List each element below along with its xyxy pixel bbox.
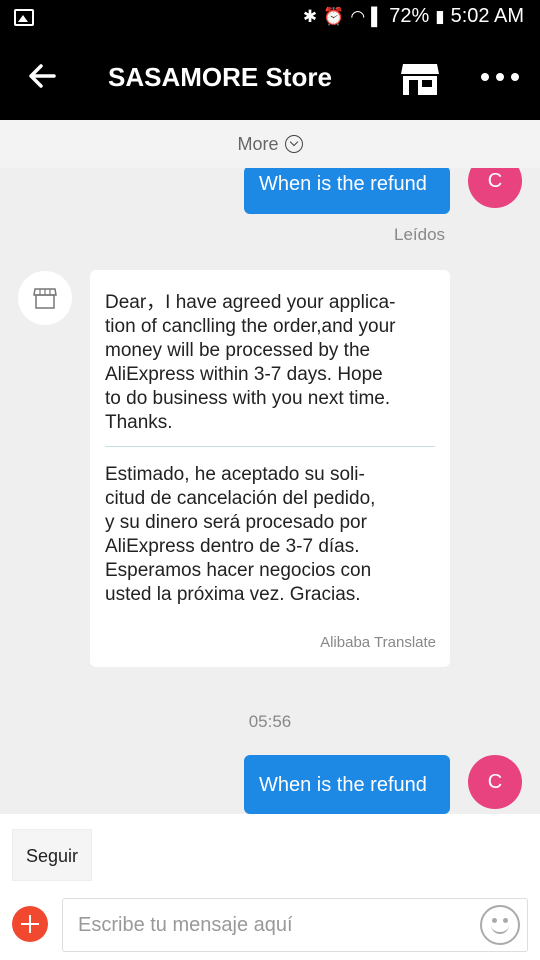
message-text: When is the refund (259, 774, 427, 796)
message-timestamp: 05:56 (248, 712, 292, 731)
message-input[interactable]: Escribe tu mensaje aquí (62, 898, 528, 952)
incoming-message-card[interactable]: Dear，I have agreed your applica- tion of… (90, 270, 450, 667)
follow-button[interactable]: Seguir (12, 829, 92, 881)
outgoing-message-bubble[interactable]: When is the refund (244, 168, 450, 214)
more-options-icon[interactable] (480, 70, 520, 84)
emoji-eye (492, 918, 497, 923)
store-icon[interactable] (400, 62, 440, 96)
chevron-down-icon (284, 135, 303, 153)
chat-area[interactable]: When is the refund C Leídos Dear，I have … (0, 168, 540, 814)
bluetooth-icon: ✱ (302, 6, 318, 26)
load-more-button[interactable]: More (0, 120, 540, 168)
avatar-initial: C (487, 170, 503, 192)
gallery-notification-icon (14, 9, 34, 26)
store-avatar-icon (33, 288, 57, 309)
add-attachment-icon[interactable] (12, 906, 48, 942)
status-bar: ✱ ⏰ ◠ ▌ 72% ▮ 5:02 AM (0, 0, 540, 38)
emoji-mouth (491, 924, 509, 934)
battery-percent: 72% (389, 5, 430, 27)
message-text: When is the refund (259, 173, 427, 195)
load-more-label: More (237, 134, 279, 154)
wifi-icon: ◠ (350, 6, 366, 26)
emoji-icon[interactable] (480, 905, 520, 945)
user-avatar[interactable]: C (468, 168, 522, 208)
translation-divider (105, 446, 435, 447)
back-arrow-icon[interactable] (26, 60, 60, 96)
status-icons: ✱ ⏰ ◠ ▌ 72% ▮ 5:02 AM (303, 5, 524, 28)
emoji-eye (503, 918, 508, 923)
translated-message-text: Estimado, he aceptado su soli- citud de … (105, 464, 376, 605)
signal-icon: ▌ (371, 6, 384, 26)
outgoing-message-bubble[interactable]: When is the refund (244, 755, 450, 814)
app-bar: SASAMORE Store (0, 38, 540, 120)
composer-bar: Seguir Escribe tu mensaje aquí (0, 814, 540, 960)
original-message-text: Dear，I have agreed your applica- tion of… (105, 292, 396, 433)
clock: 5:02 AM (450, 5, 524, 27)
user-avatar[interactable]: C (468, 755, 522, 809)
alarm-icon: ⏰ (323, 6, 345, 26)
translation-provider: Alibaba Translate (320, 634, 436, 651)
store-avatar[interactable] (18, 271, 72, 325)
read-status: Leídos (394, 225, 446, 244)
avatar-initial: C (487, 771, 503, 793)
battery-icon: ▮ (435, 6, 445, 26)
store-title: SASAMORE Store (108, 62, 332, 92)
